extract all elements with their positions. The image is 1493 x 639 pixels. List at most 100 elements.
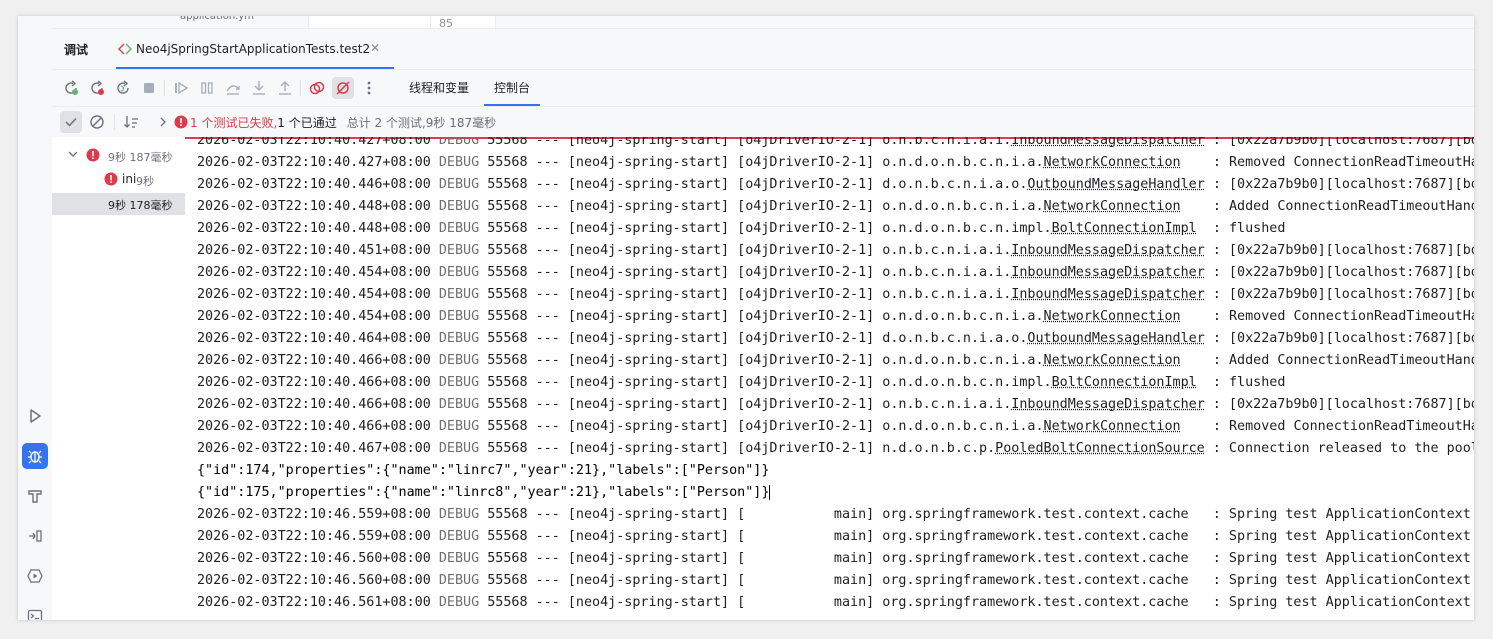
console-line: {"id":174,"properties":{"name":"linrc7",… xyxy=(197,460,1474,482)
show-passed-icon[interactable] xyxy=(60,111,82,133)
log-class-link[interactable]: InboundMessageDispatcher xyxy=(1011,287,1204,302)
toolbar-separator xyxy=(300,80,301,96)
log-message: : Spring test ApplicationContext c xyxy=(1188,551,1474,566)
pause-icon[interactable] xyxy=(196,77,218,99)
log-thread: 55568 --- [neo4j-spring-start] [o4jDrive… xyxy=(487,177,883,192)
log-thread: 55568 --- [neo4j-spring-start] [o4jDrive… xyxy=(487,199,883,214)
log-class-link[interactable]: OutboundMessageHandler xyxy=(1027,331,1204,346)
left-tool-bar xyxy=(18,16,53,620)
log-message: : flushed xyxy=(1196,221,1286,236)
editor-tab-strip: application.ym 85 xyxy=(52,16,1474,30)
log-timestamp: 2026-02-03T22:10:46.559+08:00 xyxy=(197,529,439,544)
log-timestamp: 2026-02-03T22:10:40.466+08:00 xyxy=(197,397,439,412)
console-line: 2026-02-03T22:10:40.448+08:00 DEBUG 5556… xyxy=(197,218,1474,240)
log-logger-package: o.n.b.c.n.i.a.i. xyxy=(882,287,1012,302)
stop-icon[interactable] xyxy=(138,77,160,99)
log-thread: 55568 --- [neo4j-spring-start] [ main] xyxy=(487,573,883,588)
log-class-link[interactable]: PooledBoltConnectionSource xyxy=(995,441,1205,456)
passed-count-text[interactable]: 1 个已通过 xyxy=(277,116,336,130)
log-thread: 55568 --- [neo4j-spring-start] [ main] xyxy=(487,529,883,544)
console-line: 2026-02-03T22:10:40.427+08:00 DEBUG 5556… xyxy=(197,137,1474,152)
log-level: DEBUG xyxy=(438,573,488,588)
editor-tab-file[interactable]: application.ym xyxy=(180,16,254,24)
log-message: : Added ConnectionReadTimeoutHandl xyxy=(1180,199,1474,214)
console-line: 2026-02-03T22:10:40.466+08:00 DEBUG 5556… xyxy=(197,394,1474,416)
rerun-failed-icon[interactable] xyxy=(86,77,108,99)
console-line: 2026-02-03T22:10:40.467+08:00 DEBUG 5556… xyxy=(197,438,1474,460)
tree-row-root[interactable]: 9秒 187毫秒 xyxy=(52,145,185,167)
log-level: DEBUG xyxy=(438,551,488,566)
log-class-link[interactable]: NetworkConnection xyxy=(1044,419,1181,434)
log-timestamp: 2026-02-03T22:10:40.451+08:00 xyxy=(197,243,439,258)
log-level: DEBUG xyxy=(438,287,488,302)
deploy-icon[interactable] xyxy=(22,523,48,549)
view-breakpoints-icon[interactable] xyxy=(306,77,328,99)
log-class-link[interactable]: NetworkConnection xyxy=(1044,155,1181,170)
console-output[interactable]: 2026-02-03T22:10:40.427+08:00 DEBUG 5556… xyxy=(185,137,1474,620)
log-class-link[interactable]: InboundMessageDispatcher xyxy=(1011,137,1204,148)
log-class-link[interactable]: BoltConnectionImpl xyxy=(1052,375,1197,390)
toolbar-separator xyxy=(164,80,165,96)
build-icon[interactable] xyxy=(22,483,48,509)
console-line: 2026-02-03T22:10:46.560+08:00 DEBUG 5556… xyxy=(197,548,1474,570)
log-timestamp: 2026-02-03T22:10:40.448+08:00 xyxy=(197,199,439,214)
debug-icon[interactable] xyxy=(22,443,48,469)
log-class-link[interactable]: InboundMessageDispatcher xyxy=(1011,265,1204,280)
log-timestamp: 2026-02-03T22:10:40.466+08:00 xyxy=(197,375,439,390)
log-level: DEBUG xyxy=(438,265,488,280)
failed-count-text[interactable]: 1 个测试已失败, xyxy=(190,116,277,130)
log-thread: 55568 --- [neo4j-spring-start] [o4jDrive… xyxy=(487,309,883,324)
error-icon xyxy=(104,172,118,189)
log-logger-package: o.n.d.o.n.b.c.n.i.a. xyxy=(882,309,1044,324)
console-line: 2026-02-03T22:10:40.454+08:00 DEBUG 5556… xyxy=(197,284,1474,306)
log-logger-package: o.n.b.c.n.i.a.i. xyxy=(882,137,1012,148)
test-config-icon xyxy=(118,41,132,60)
log-class-link[interactable]: NetworkConnection xyxy=(1044,309,1181,324)
console-lines: 2026-02-03T22:10:40.427+08:00 DEBUG 5556… xyxy=(197,137,1474,614)
run-configuration-tab[interactable]: Neo4jSpringStartApplicationTests.test2 ✕ xyxy=(116,29,394,69)
tab-threads-variables[interactable]: 线程和变量 xyxy=(399,70,479,106)
resume-icon[interactable] xyxy=(170,77,192,99)
log-class-link[interactable]: InboundMessageDispatcher xyxy=(1011,397,1204,412)
log-class-link[interactable]: OutboundMessageHandler xyxy=(1027,177,1204,192)
log-class-link[interactable]: NetworkConnection xyxy=(1044,353,1181,368)
log-logger-package: o.n.d.o.n.b.c.n.i.a. xyxy=(882,155,1044,170)
tree-row-selected-test[interactable]: 9秒 178毫秒 xyxy=(52,193,185,215)
log-thread: 55568 --- [neo4j-spring-start] [o4jDrive… xyxy=(487,155,883,170)
console-line: 2026-02-03T22:10:40.446+08:00 DEBUG 5556… xyxy=(197,174,1474,196)
terminal-icon[interactable] xyxy=(22,603,48,620)
gutter-cell: 85 xyxy=(430,16,496,30)
log-message: : [0x22a7b9b0][localhost:7687][bol xyxy=(1204,177,1474,192)
console-line: 2026-02-03T22:10:40.466+08:00 DEBUG 5556… xyxy=(197,350,1474,372)
console-line: 2026-02-03T22:10:46.561+08:00 DEBUG 5556… xyxy=(197,592,1474,614)
step-over-icon[interactable] xyxy=(222,77,244,99)
more-icon[interactable] xyxy=(358,77,380,99)
rerun-icon[interactable] xyxy=(60,77,82,99)
step-out-icon[interactable] xyxy=(274,77,296,99)
error-icon xyxy=(174,114,188,133)
log-class-link[interactable]: InboundMessageDispatcher xyxy=(1011,243,1204,258)
show-ignored-icon[interactable] xyxy=(86,111,108,133)
log-class-link[interactable]: NetworkConnection xyxy=(1044,199,1181,214)
log-class-link[interactable]: BoltConnectionImpl xyxy=(1052,221,1197,236)
log-message: : Removed ConnectionReadTimeoutHan xyxy=(1180,309,1474,324)
sort-icon[interactable] xyxy=(120,111,142,133)
close-icon[interactable]: ✕ xyxy=(370,41,380,55)
mute-breakpoints-icon[interactable] xyxy=(332,77,354,99)
console-line: 2026-02-03T22:10:40.466+08:00 DEBUG 5556… xyxy=(197,416,1474,438)
tree-row-failed-test[interactable]: ini 9秒 xyxy=(52,169,185,191)
log-message: : Spring test ApplicationContext c xyxy=(1188,573,1474,588)
log-timestamp: 2026-02-03T22:10:46.560+08:00 xyxy=(197,573,439,588)
chevron-down-icon[interactable] xyxy=(68,149,78,162)
step-into-icon[interactable] xyxy=(248,77,270,99)
tab-console[interactable]: 控制台 xyxy=(484,70,541,106)
run-icon[interactable] xyxy=(22,403,48,429)
log-thread: 55568 --- [neo4j-spring-start] [o4jDrive… xyxy=(487,441,883,456)
services-icon[interactable] xyxy=(22,563,48,589)
log-level: DEBUG xyxy=(438,353,488,368)
rerun-auto-icon[interactable] xyxy=(112,77,134,99)
console-line: 2026-02-03T22:10:40.454+08:00 DEBUG 5556… xyxy=(197,306,1474,328)
log-logger-package: org.springframework.test.context.cache xyxy=(882,595,1189,610)
error-icon xyxy=(86,148,100,165)
chevron-right-icon[interactable] xyxy=(152,111,174,133)
